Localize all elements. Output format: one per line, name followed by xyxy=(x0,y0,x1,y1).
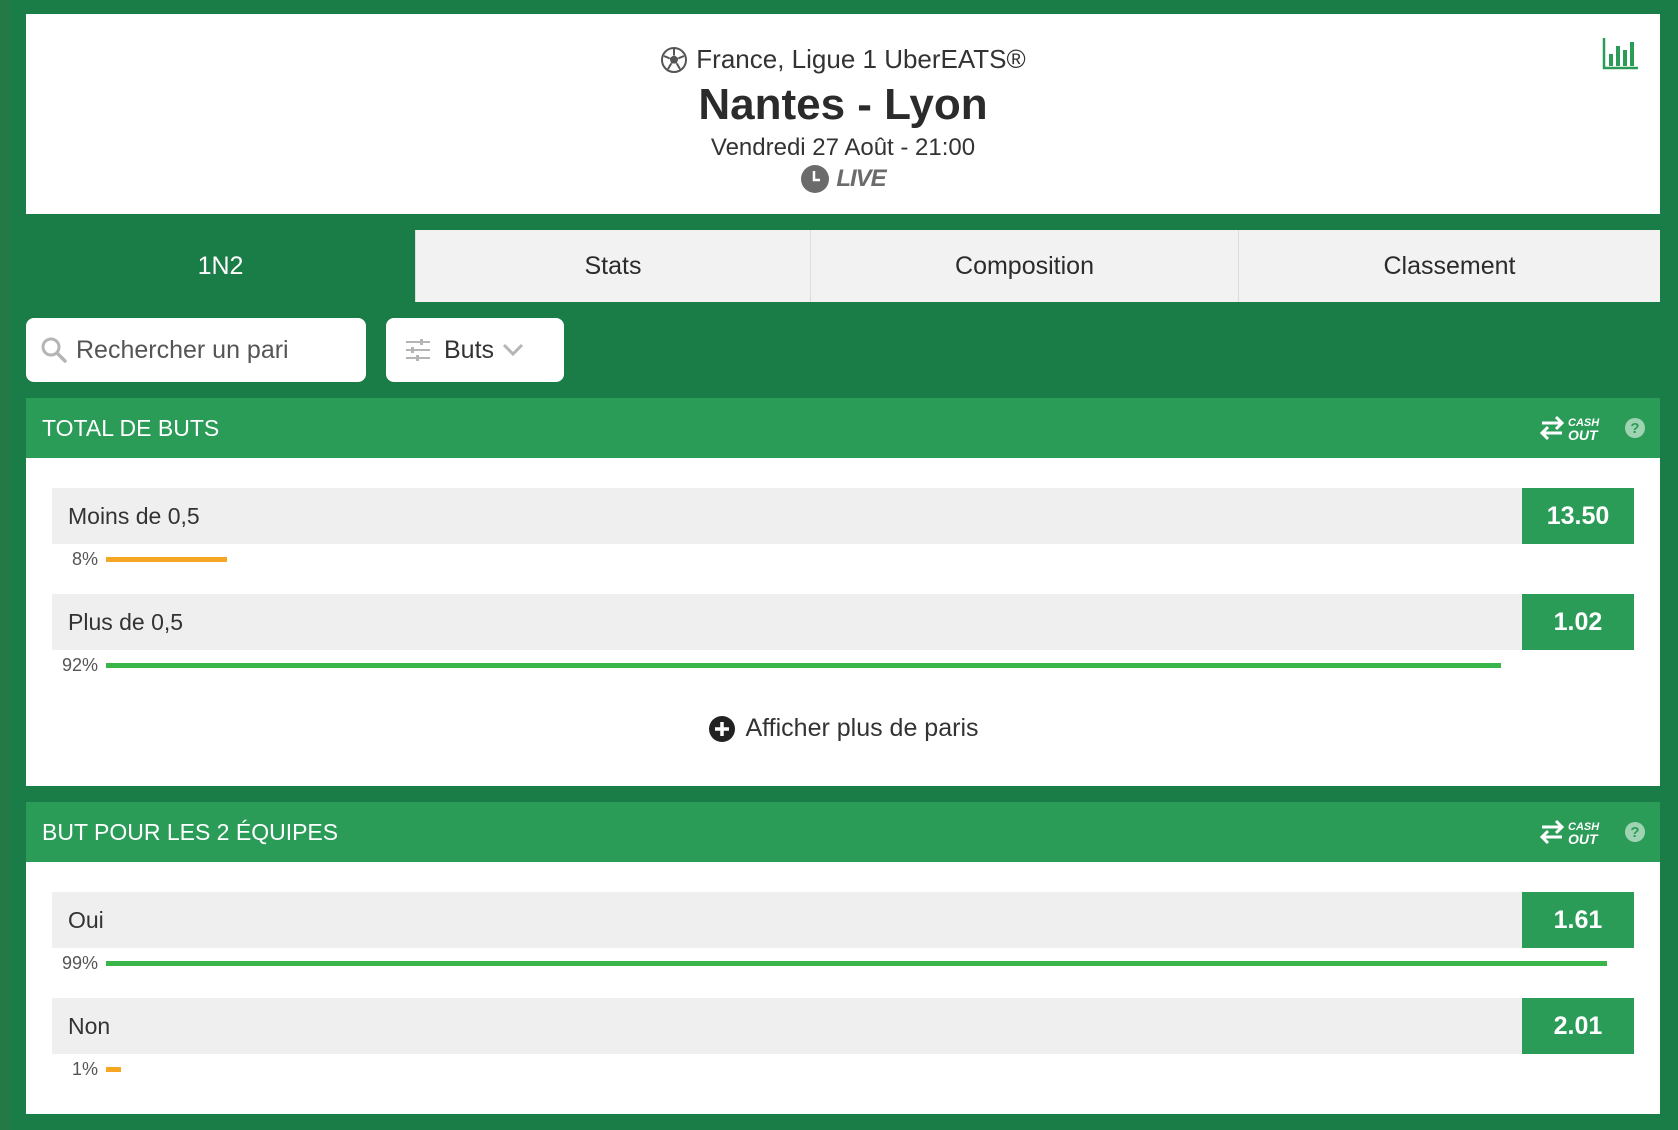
league-line: France, Ligue 1 UberEATS® xyxy=(26,44,1660,75)
plus-circle-icon xyxy=(708,715,735,742)
outcome-label: Non xyxy=(68,1012,111,1039)
percent-track xyxy=(106,662,1622,668)
chevron-down-icon xyxy=(502,343,524,357)
market-but-pour-les-2-equipes: BUT POUR LES 2 ÉQUIPES CASH OUT ? Oui 1.… xyxy=(26,802,1660,1114)
tabs: 1N2 Stats Composition Classement xyxy=(26,230,1660,302)
percent-track xyxy=(106,1066,1622,1072)
tab-stats[interactable]: Stats xyxy=(416,230,811,302)
show-more-link[interactable]: Afficher plus de paris xyxy=(26,714,1660,743)
outcome-label: Moins de 0,5 xyxy=(68,502,200,529)
percent-row: 99% xyxy=(52,952,1634,974)
outcome-row[interactable]: Plus de 0,5 1.02 xyxy=(52,594,1634,650)
league-name: France, Ligue 1 UberEATS® xyxy=(696,44,1026,74)
percent-bar xyxy=(106,556,228,562)
percent-label: 1% xyxy=(71,1058,98,1079)
left-edge xyxy=(0,0,10,1130)
search-input[interactable] xyxy=(76,335,346,365)
soccer-ball-icon xyxy=(661,46,688,73)
cashout-icon: CASH OUT xyxy=(1540,819,1600,846)
live-indicator: LIVE xyxy=(26,164,1660,194)
live-label: LIVE xyxy=(836,165,886,192)
percent-bar xyxy=(106,662,1501,668)
percent-row: 8% xyxy=(52,548,1634,570)
percent-bar xyxy=(106,960,1607,966)
percent-label: 92% xyxy=(61,654,98,675)
tab-1n2[interactable]: 1N2 xyxy=(26,230,416,302)
question-circle-icon[interactable]: ? xyxy=(1624,821,1646,843)
svg-text:OUT: OUT xyxy=(1568,831,1599,846)
percent-track xyxy=(106,556,1622,562)
svg-text:?: ? xyxy=(1630,824,1639,841)
sliders-icon xyxy=(406,339,430,361)
question-circle-icon[interactable]: ? xyxy=(1624,417,1646,439)
svg-text:OUT: OUT xyxy=(1568,427,1599,442)
outcome-row[interactable]: Moins de 0,5 13.50 xyxy=(52,488,1634,544)
odds-button[interactable]: 2.01 xyxy=(1522,998,1634,1054)
percent-track xyxy=(106,960,1622,966)
market-header: TOTAL DE BUTS CASH OUT ? xyxy=(26,398,1660,458)
match-header: France, Ligue 1 UberEATS® Nantes - Lyon … xyxy=(26,14,1660,214)
market-title: BUT POUR LES 2 ÉQUIPES xyxy=(42,818,339,845)
outcome-label: Oui xyxy=(68,906,104,933)
percent-label: 8% xyxy=(71,548,98,569)
odds-button[interactable]: 13.50 xyxy=(1522,488,1634,544)
outcome-label: Plus de 0,5 xyxy=(68,608,184,635)
outcome-row[interactable]: Non 2.01 xyxy=(52,998,1634,1054)
clock-icon xyxy=(801,165,830,193)
match-date: Vendredi 27 Août - 21:00 xyxy=(710,134,976,161)
percent-bar xyxy=(106,1066,122,1072)
percent-row: 92% xyxy=(52,654,1634,676)
svg-text:?: ? xyxy=(1630,420,1639,437)
cashout-icon: CASH OUT xyxy=(1540,415,1600,442)
percent-row: 1% xyxy=(52,1058,1634,1080)
market-title: TOTAL DE BUTS xyxy=(42,414,220,441)
outcome-row[interactable]: Oui 1.61 xyxy=(52,892,1634,948)
tab-classement[interactable]: Classement xyxy=(1239,230,1660,302)
market-total-de-buts: TOTAL DE BUTS CASH OUT ? Moins de 0,5 13… xyxy=(26,398,1660,786)
filter-dropdown[interactable]: Buts xyxy=(386,318,564,382)
odds-button[interactable]: 1.02 xyxy=(1522,594,1634,650)
odds-button[interactable]: 1.61 xyxy=(1522,892,1634,948)
bar-chart-icon[interactable] xyxy=(1602,36,1640,70)
search-box xyxy=(26,318,366,382)
percent-label: 99% xyxy=(61,952,98,973)
magnifier-icon xyxy=(41,337,67,363)
show-more-label: Afficher plus de paris xyxy=(745,714,979,742)
market-header: BUT POUR LES 2 ÉQUIPES CASH OUT ? xyxy=(26,802,1660,862)
tab-composition[interactable]: Composition xyxy=(811,230,1239,302)
match-title: Nantes - Lyon xyxy=(698,80,988,129)
filter-label: Buts xyxy=(444,335,495,364)
